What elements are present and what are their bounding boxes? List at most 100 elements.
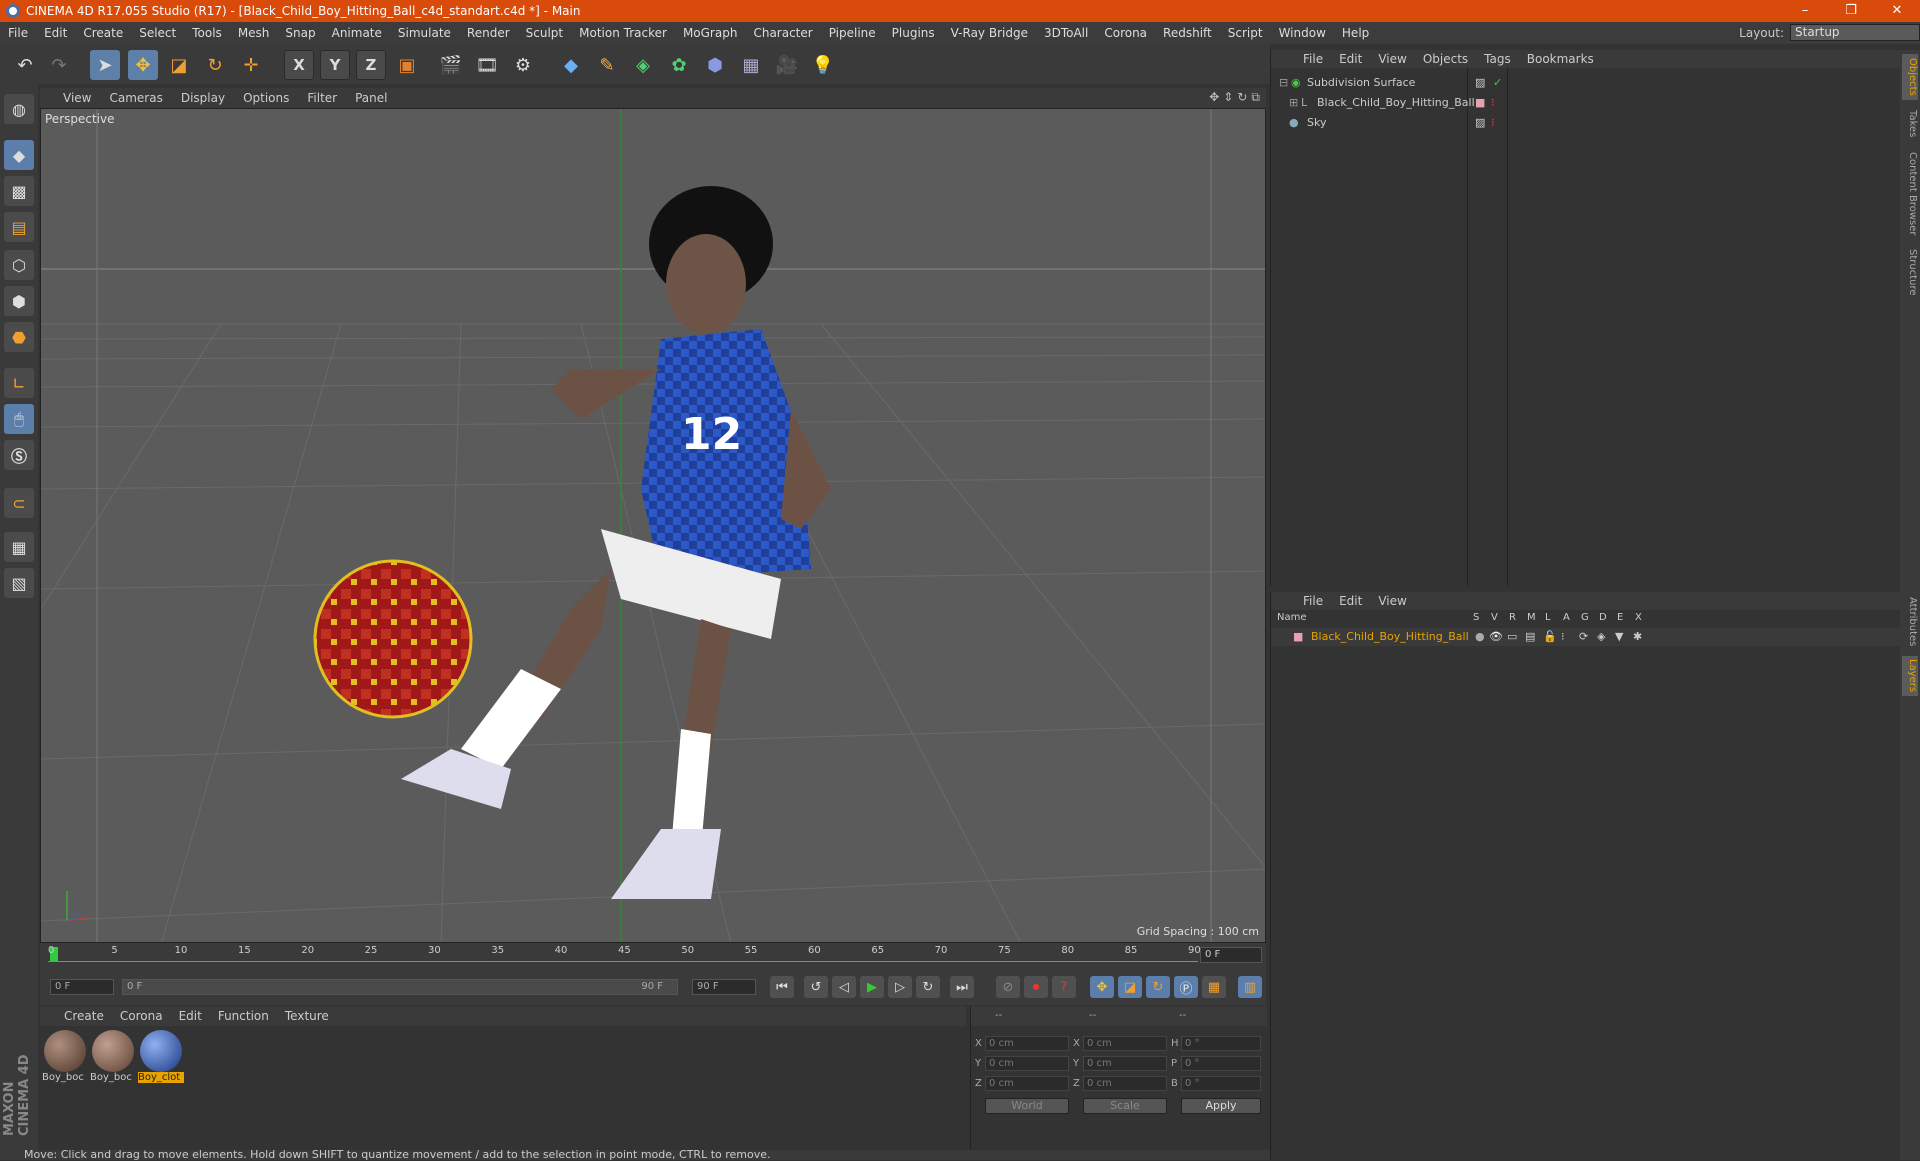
frame-range-slider[interactable]: 0 F 90 F — [122, 979, 678, 995]
lock-workplane-icon[interactable]: ▦ — [4, 532, 34, 562]
menu-file[interactable]: File — [0, 26, 36, 40]
previous-key-icon[interactable]: ↺ — [804, 976, 828, 998]
pos-x-field[interactable]: 0 cm — [985, 1036, 1069, 1051]
y-axis-button[interactable]: Y — [320, 50, 350, 80]
min-frame-field[interactable]: 0 F — [50, 979, 114, 995]
viewport-menu-cameras[interactable]: Cameras — [100, 91, 171, 105]
model-mode-icon[interactable]: ◆ — [4, 140, 34, 170]
cloner-icon[interactable]: ✿ — [664, 50, 694, 80]
tab-takes[interactable]: Takes — [1902, 104, 1918, 144]
minimize-button[interactable]: – — [1782, 0, 1828, 22]
go-to-start-icon[interactable]: ⏮ — [770, 976, 794, 998]
make-editable-icon[interactable]: ◍ — [4, 94, 34, 124]
visibility-toggle-icon[interactable]: ▨ — [1475, 114, 1485, 132]
menu-select[interactable]: Select — [131, 26, 184, 40]
floor-icon[interactable]: ▦ — [736, 50, 766, 80]
viewport-menu-panel[interactable]: Panel — [346, 91, 396, 105]
pen-spline-icon[interactable]: ✎ — [592, 50, 622, 80]
layer-menu-file[interactable]: File — [1295, 594, 1331, 608]
menu-create[interactable]: Create — [75, 26, 131, 40]
menu-corona[interactable]: Corona — [1096, 26, 1155, 40]
cube-icon[interactable]: ◆ — [556, 50, 586, 80]
viewport-menu-view[interactable]: View — [54, 91, 100, 105]
apply-button[interactable]: Apply — [1181, 1098, 1261, 1114]
restore-button[interactable]: ❐ — [1828, 0, 1874, 22]
menu-vray-bridge[interactable]: V-Ray Bridge — [943, 26, 1036, 40]
key-parameter-icon[interactable]: Ⓟ — [1174, 976, 1198, 998]
pan-icon[interactable]: ✥ — [1209, 90, 1219, 105]
viewport-menu-filter[interactable]: Filter — [298, 91, 346, 105]
obj-menu-edit[interactable]: Edit — [1331, 52, 1370, 66]
pos-y-field[interactable]: 0 cm — [985, 1056, 1069, 1071]
menu-animate[interactable]: Animate — [324, 26, 390, 40]
rot-p-field[interactable]: 0 ° — [1181, 1056, 1261, 1071]
layer-render-icon[interactable]: ▭ — [1507, 628, 1517, 646]
layer-view-icon[interactable]: 👁 — [1489, 628, 1503, 646]
tab-objects[interactable]: Objects — [1902, 54, 1918, 100]
motion-record-icon[interactable]: ⊘ — [996, 976, 1020, 998]
z-axis-button[interactable]: Z — [356, 50, 386, 80]
layer-row[interactable]: ■ Black_Child_Boy_Hitting_Ball ● 👁 ▭ ▤ 🔓… — [1271, 628, 1901, 646]
menu-redshift[interactable]: Redshift — [1155, 26, 1220, 40]
max-frame-field[interactable]: 90 F — [692, 979, 756, 995]
rot-h-field[interactable]: 0 ° — [1181, 1036, 1261, 1051]
workplane-icon[interactable]: ▤ — [4, 212, 34, 242]
rot-b-field[interactable]: 0 ° — [1181, 1076, 1261, 1091]
visibility-toggle-icon[interactable]: ▨ — [1475, 74, 1485, 92]
visibility-dot-icon[interactable]: ⁝ — [1491, 114, 1495, 132]
key-pla-icon[interactable]: ▦ — [1202, 976, 1226, 998]
layout-select[interactable]: Startup — [1790, 24, 1920, 41]
obj-menu-bookmarks[interactable]: Bookmarks — [1519, 52, 1602, 66]
close-button[interactable]: ✕ — [1874, 0, 1920, 22]
previous-frame-icon[interactable]: ◁ — [832, 976, 856, 998]
tab-layers[interactable]: Layers — [1902, 656, 1918, 696]
menu-simulate[interactable]: Simulate — [390, 26, 459, 40]
obj-menu-view[interactable]: View — [1370, 52, 1414, 66]
select-cursor-icon[interactable]: ➤ — [90, 50, 120, 80]
obj-menu-tags[interactable]: Tags — [1476, 52, 1519, 66]
axis-mode-icon[interactable]: ∟ — [4, 368, 34, 398]
current-frame-field[interactable]: 0 F — [1200, 947, 1262, 963]
autokey-icon[interactable]: ? — [1052, 976, 1076, 998]
layer-menu-edit[interactable]: Edit — [1331, 594, 1370, 608]
play-icon[interactable]: ▶ — [860, 976, 884, 998]
coordinate-system-icon[interactable]: ▣ — [392, 50, 422, 80]
redo-icon[interactable]: ↷ — [44, 50, 74, 80]
size-y-field[interactable]: 0 cm — [1083, 1056, 1167, 1071]
menu-snap[interactable]: Snap — [277, 26, 323, 40]
layer-manager-icon[interactable]: ▤ — [1525, 628, 1535, 646]
material-swatch[interactable]: Boy_boc — [42, 1030, 88, 1088]
camera-icon[interactable]: 🎥 — [772, 50, 802, 80]
points-mode-icon[interactable]: ⬡ — [4, 250, 34, 280]
next-key-icon[interactable]: ↻ — [916, 976, 940, 998]
visibility-dot-icon[interactable]: ⁝ — [1491, 94, 1495, 112]
key-rotation-icon[interactable]: ↻ — [1146, 976, 1170, 998]
subdivision-surface-icon[interactable]: ◈ — [628, 50, 658, 80]
tab-attributes[interactable]: Attributes — [1902, 592, 1918, 652]
mat-menu-function[interactable]: Function — [210, 1009, 277, 1023]
scale-icon[interactable]: ◪ — [164, 50, 194, 80]
edges-mode-icon[interactable]: ⬢ — [4, 286, 34, 316]
rotate-icon[interactable]: ↻ — [200, 50, 230, 80]
menu-sculpt[interactable]: Sculpt — [518, 26, 571, 40]
layer-xref-icon[interactable]: ✱ — [1633, 628, 1642, 646]
mat-menu-create[interactable]: Create — [56, 1009, 112, 1023]
object-row[interactable]: ● Sky ▨ ⁝ — [1271, 114, 1901, 132]
timeline-ruler[interactable]: 0 5 10 15 20 25 30 35 40 45 50 55 60 65 70 75 80 85 90 0 F — [40, 943, 1266, 969]
coordinate-space-select[interactable]: World — [985, 1098, 1069, 1114]
menu-window[interactable]: Window — [1271, 26, 1334, 40]
size-x-field[interactable]: 0 cm — [1083, 1036, 1167, 1051]
render-picture-viewer-icon[interactable]: 🎞 — [472, 50, 502, 80]
menu-3dtoall[interactable]: 3DToAll — [1036, 26, 1096, 40]
mat-menu-corona[interactable]: Corona — [112, 1009, 171, 1023]
menu-tools[interactable]: Tools — [184, 26, 230, 40]
timeline-window-icon[interactable]: ▥ — [1238, 976, 1262, 998]
key-position-icon[interactable]: ✥ — [1090, 976, 1114, 998]
tweak-mode-icon[interactable]: 🖱 — [4, 404, 34, 434]
layer-lock-icon[interactable]: 🔓 — [1543, 628, 1557, 646]
menu-help[interactable]: Help — [1334, 26, 1377, 40]
expand-icon[interactable]: ⊞ — [1289, 94, 1298, 112]
undo-icon[interactable]: ↶ — [10, 50, 40, 80]
planar-workplane-icon[interactable]: ▧ — [4, 568, 34, 598]
enabled-check-icon[interactable]: ✓ — [1493, 74, 1502, 92]
